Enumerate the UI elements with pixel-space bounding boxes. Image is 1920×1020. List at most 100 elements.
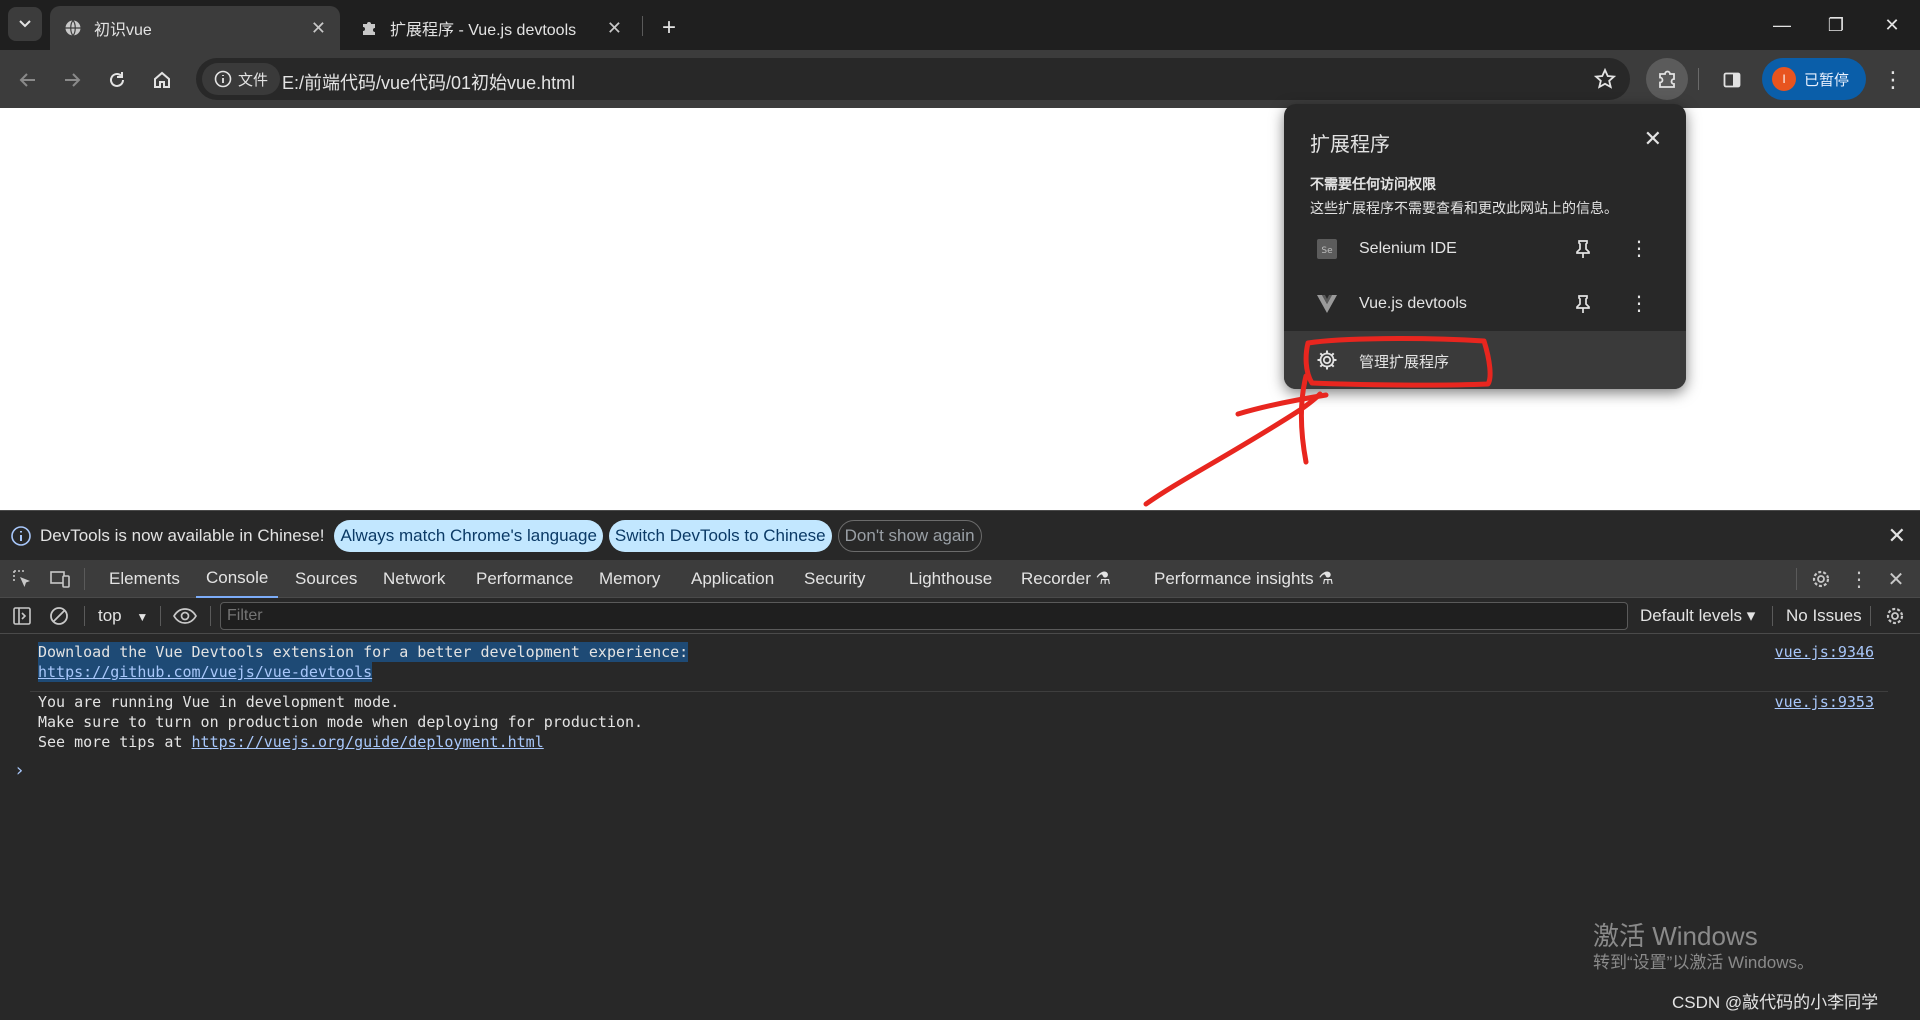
extension-item-vue-devtools[interactable]: Vue.js devtools ⋮ (1284, 276, 1686, 331)
extensions-button[interactable] (1646, 58, 1688, 100)
tab-network[interactable]: Network (383, 560, 445, 598)
sidebar-toggle-icon[interactable] (9, 603, 35, 629)
message-source-link[interactable]: vue.js:9346 (1775, 642, 1874, 662)
profile-paused-button[interactable]: I 已暂停 (1762, 58, 1866, 100)
tab-strip: 初识vue ✕ 扩展程序 - Vue.js devtools ✕ + — ❐ ✕ (0, 0, 1920, 50)
info-icon (214, 70, 232, 88)
tab-lighthouse[interactable]: Lighthouse (909, 560, 992, 598)
message-text: Download the Vue Devtools extension for … (38, 642, 689, 662)
restore-button[interactable]: ❐ (1808, 0, 1864, 50)
home-button[interactable] (144, 62, 180, 98)
tab-active[interactable]: 初识vue ✕ (50, 6, 340, 50)
info-icon (11, 525, 31, 546)
inspect-element-icon[interactable] (9, 566, 35, 592)
message-text: Make sure to turn on production mode whe… (38, 713, 644, 731)
devtools-menu-kebab-icon[interactable]: ⋮ (1846, 566, 1872, 592)
reload-icon (110, 72, 124, 87)
arrow-left-icon (19, 73, 35, 87)
tab-memory[interactable]: Memory (599, 560, 660, 598)
toolbar-divider (1698, 68, 1699, 90)
tab-sources[interactable]: Sources (295, 560, 357, 598)
tab-application[interactable]: Application (691, 560, 774, 598)
filter-input[interactable] (220, 602, 1628, 630)
devtools-close-icon[interactable]: ✕ (1883, 566, 1909, 592)
new-tab-button[interactable]: + (648, 6, 690, 50)
console-message: Download the Vue Devtools extension for … (0, 642, 1888, 684)
extensions-popup: 扩展程序 ✕ 不需要任何访问权限 这些扩展程序不需要查看和更改此网站上的信息。 … (1284, 104, 1686, 389)
tab-close-icon[interactable]: ✕ (311, 18, 326, 39)
console-prompt[interactable]: › (14, 760, 25, 781)
reload-button[interactable] (99, 62, 135, 98)
menu-kebab-icon[interactable]: ⋮ (1875, 62, 1911, 98)
browser-toolbar: 文件 E:/前端代码/vue代码/01初始vue.html I 已暂停 ⋮ (0, 50, 1920, 108)
message-text-prefix: See more tips at (38, 733, 192, 751)
pin-icon[interactable] (1568, 289, 1598, 319)
section-title: 不需要任何访问权限 (1310, 176, 1436, 192)
close-icon[interactable]: ✕ (1644, 126, 1662, 152)
tab-console[interactable]: Console (196, 560, 279, 598)
log-levels-dropdown[interactable]: Default levels ▾ (1640, 606, 1755, 626)
side-panel-icon (1723, 72, 1741, 88)
toolbar-divider (1772, 606, 1773, 626)
message-source-link[interactable]: vue.js:9353 (1775, 692, 1874, 712)
dont-show-again-button[interactable]: Don't show again (837, 519, 982, 552)
site-info-chip[interactable]: 文件 (202, 63, 281, 95)
tab-title: 初识vue (94, 22, 152, 39)
more-options-icon[interactable]: ⋮ (1624, 289, 1654, 319)
windows-activation-subtitle: 转到“设置”以激活 Windows。 (1593, 953, 1815, 972)
forward-button[interactable] (54, 62, 90, 98)
globe-icon (64, 19, 82, 37)
toolbar-divider (160, 606, 161, 626)
minimize-button[interactable]: — (1754, 0, 1810, 50)
tab-security[interactable]: Security (804, 560, 865, 598)
tab-search-button[interactable] (8, 7, 42, 41)
devtools-tab-bar: Elements Console Sources Network Perform… (0, 560, 1920, 598)
devtools-language-infobar: DevTools is now available in Chinese! Al… (0, 510, 1920, 560)
tab-close-icon[interactable]: ✕ (607, 18, 622, 39)
always-match-language-button[interactable]: Always match Chrome's language (334, 519, 603, 552)
tab-divider (1796, 568, 1797, 590)
tab-performance[interactable]: Performance (476, 560, 573, 598)
tab-title: 扩展程序 - Vue.js devtools (390, 22, 577, 39)
url-text[interactable]: E:/前端代码/vue代码/01初始vue.html (282, 69, 575, 95)
toolbar-divider (84, 606, 85, 626)
context-selector[interactable]: top ▼ (98, 606, 148, 626)
toolbar-divider (210, 606, 211, 626)
message-text: See more tips at https://vuejs.org/guide… (38, 732, 544, 752)
back-button[interactable] (10, 62, 46, 98)
eye-icon[interactable] (172, 603, 198, 629)
puzzle-icon (1659, 70, 1675, 88)
message-text: You are running Vue in development mode. (38, 693, 400, 711)
tab-divider (84, 568, 85, 590)
arrow-right-icon (65, 73, 81, 87)
message-link[interactable]: https://github.com/vuejs/vue-devtools (38, 662, 373, 682)
popup-title: 扩展程序 (1310, 134, 1390, 156)
tab-performance-insights[interactable]: Performance insights ⚗ (1154, 560, 1334, 598)
close-icon[interactable]: ✕ (1888, 523, 1906, 549)
manage-extensions-button[interactable]: 管理扩展程序 (1284, 331, 1686, 389)
chevron-down-icon (19, 20, 31, 28)
gear-icon (1316, 349, 1338, 376)
device-toolbar-icon[interactable] (47, 566, 73, 592)
extension-item-selenium[interactable]: Se Selenium IDE ⋮ (1284, 221, 1686, 276)
message-link[interactable]: https://vuejs.org/guide/deployment.html (192, 733, 544, 751)
tab-inactive[interactable]: 扩展程序 - Vue.js devtools ✕ (346, 6, 636, 50)
bookmark-star-icon[interactable] (1593, 67, 1617, 95)
selenium-icon: Se (1316, 238, 1338, 260)
more-options-icon[interactable]: ⋮ (1624, 234, 1654, 264)
window-close-button[interactable]: ✕ (1864, 0, 1920, 50)
pin-icon[interactable] (1568, 234, 1598, 264)
tab-elements[interactable]: Elements (109, 560, 180, 598)
console-settings-gear-icon[interactable] (1882, 603, 1908, 629)
toolbar-divider (1870, 606, 1871, 626)
side-panel-button[interactable] (1714, 62, 1750, 98)
tab-recorder[interactable]: Recorder ⚗ (1021, 560, 1111, 598)
section-description: 这些扩展程序不需要查看和更改此网站上的信息。 (1310, 200, 1618, 216)
switch-to-chinese-button[interactable]: Switch DevTools to Chinese (608, 519, 832, 552)
clear-console-icon[interactable] (46, 603, 72, 629)
home-icon (154, 71, 170, 88)
issues-counter[interactable]: No Issues (1786, 606, 1862, 626)
settings-gear-icon[interactable] (1808, 566, 1834, 592)
console-message: You are running Vue in development mode.… (0, 692, 1888, 754)
address-bar[interactable]: 文件 E:/前端代码/vue代码/01初始vue.html (196, 58, 1630, 100)
